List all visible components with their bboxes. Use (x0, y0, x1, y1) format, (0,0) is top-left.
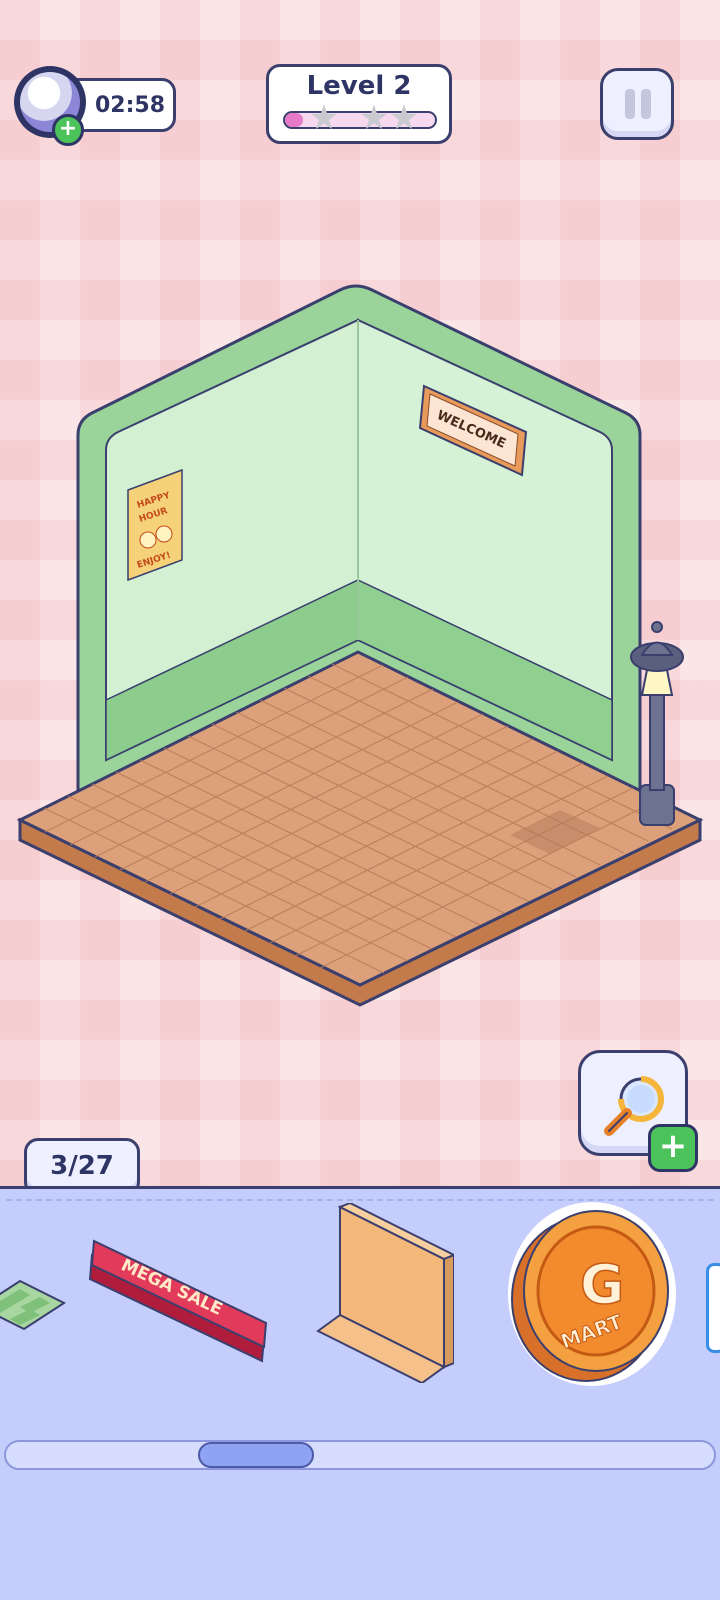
add-hint-button[interactable]: + (648, 1124, 698, 1172)
tray-item-mega-sale-sign[interactable]: MEGA SALE (82, 1235, 272, 1365)
timer-text: 02:58 (95, 93, 166, 118)
room-drawing: HAPPY HOUR ENJOY! WELCOME (16, 284, 704, 1007)
tray-item-wooden-shelf[interactable] (314, 1203, 454, 1383)
star-icon: ★ (358, 98, 390, 138)
tray-scroll-thumb[interactable] (198, 1442, 314, 1468)
tray-scrollbar[interactable] (4, 1440, 716, 1470)
star-icon: ★ (388, 98, 420, 138)
tray-item-next[interactable] (706, 1263, 720, 1353)
star-icon: ★ (308, 98, 340, 138)
pause-icon (641, 89, 651, 119)
gmart-coin-g: G (580, 1253, 624, 1316)
tray-item-green-rug[interactable] (0, 1267, 70, 1337)
level-progress-fill (285, 113, 303, 127)
pause-button[interactable] (600, 68, 674, 140)
level-panel: Level 2 ★ ★ ★ (266, 64, 452, 144)
items-counter: 3/27 (50, 1151, 114, 1181)
tray-item-gmart-coin[interactable]: G MART (504, 1199, 680, 1389)
level-title: Level 2 (306, 71, 412, 101)
add-time-button[interactable]: + (52, 114, 84, 146)
room-scene: HAPPY HOUR ENJOY! WELCOME (0, 280, 720, 1040)
item-tray: MEGA SALE G MART (0, 1186, 720, 1600)
happy-hour-poster: HAPPY HOUR ENJOY! (127, 468, 183, 582)
pause-icon (625, 89, 635, 119)
